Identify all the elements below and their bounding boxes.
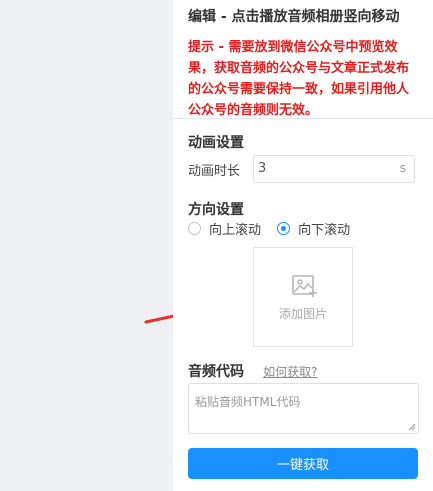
audio-code-textarea[interactable]: 粘贴音频HTML代码	[188, 383, 419, 434]
duration-value: 3	[258, 161, 267, 176]
warning-text: 提示 - 需要放到微信公众号中预览效果，获取音频的公众号与文章正式发布的公众号需…	[188, 40, 410, 118]
audio-section-title: 音频代码	[188, 364, 244, 380]
radio-scroll-down-label: 向下滚动	[298, 223, 351, 238]
divider	[173, 118, 433, 119]
duration-label: 动画时长	[188, 164, 241, 179]
panel-title: 编辑 - 点击播放音频相册竖向移动	[188, 9, 400, 25]
add-image-button[interactable]: 添加图片	[253, 247, 353, 347]
direction-radio-group: 向上滚动 向下滚动	[188, 219, 362, 239]
edit-panel: 编辑 - 点击播放音频相册竖向移动 提示 - 需要放到微信公众号中预览效果，获取…	[173, 0, 433, 491]
radio-scroll-up[interactable]: 向上滚动	[188, 219, 261, 238]
audio-code-header: 音频代码 如何获取?	[188, 361, 317, 381]
add-image-label: 添加图片	[278, 307, 327, 321]
animation-section-title: 动画设置	[188, 135, 244, 151]
radio-unchecked-icon	[188, 222, 201, 235]
direction-section-title: 方向设置	[188, 202, 244, 218]
radio-checked-icon	[277, 222, 291, 235]
radio-scroll-up-label: 向上滚动	[209, 223, 262, 238]
image-add-icon	[292, 275, 317, 297]
one-click-fetch-button[interactable]: 一键获取	[188, 448, 418, 479]
duration-input[interactable]: 3 s	[253, 155, 415, 183]
radio-scroll-down[interactable]: 向下滚动	[277, 219, 350, 238]
canvas-area	[0, 0, 173, 491]
resize-grip-icon[interactable]	[408, 423, 416, 431]
audio-code-placeholder: 粘贴音频HTML代码	[195, 395, 301, 409]
how-to-get-link[interactable]: 如何获取?	[263, 365, 317, 379]
duration-unit: s	[399, 161, 406, 175]
